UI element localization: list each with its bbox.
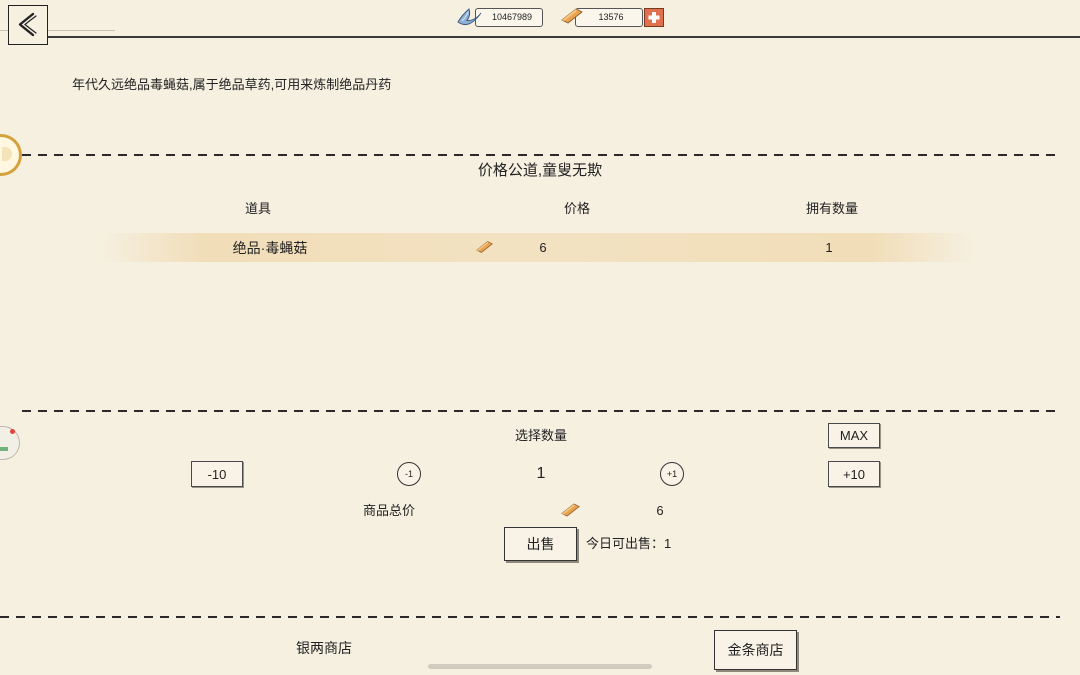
column-header-price: 价格: [563, 201, 590, 216]
silver-amount-box: 10467989: [475, 8, 543, 27]
plus-10-button[interactable]: +10: [828, 461, 880, 487]
column-header-owned: 拥有数量: [805, 201, 858, 216]
item-description: 年代久远绝品毒蝇菇,属于绝品草药,可用来炼制绝品丹药: [72, 77, 392, 92]
section-divider-middle: [22, 410, 1060, 412]
silver-ingot-icon: [457, 8, 482, 25]
home-indicator[interactable]: [428, 664, 652, 669]
minus-10-button[interactable]: -10: [191, 461, 243, 487]
item-price: 6: [539, 240, 547, 255]
gold-bar-icon: [561, 503, 580, 517]
total-price-label: 商品总价: [362, 503, 415, 518]
section-divider-bottom: [0, 616, 1060, 618]
side-avatar-icon[interactable]: [0, 134, 22, 176]
tab-gold-shop[interactable]: 金条商店: [714, 630, 797, 670]
column-header-item: 道具: [244, 201, 271, 216]
gold-bar-icon: [561, 8, 583, 24]
header-divider: [48, 36, 1080, 38]
shop-screen: 10467989 13576 年代久远绝品毒蝇菇,属于绝品草药,可用来炼制绝品丹…: [0, 0, 1080, 675]
plus-icon: [648, 12, 660, 23]
add-gold-button[interactable]: [644, 8, 664, 27]
plus-1-button[interactable]: +1: [660, 462, 684, 486]
tab-silver-shop[interactable]: 银两商店: [254, 641, 394, 657]
daily-sell-limit: 今日可出售：1: [586, 536, 672, 551]
silver-amount: 10467989: [491, 12, 533, 22]
back-button[interactable]: [8, 5, 48, 45]
quantity-label: 选择数量: [514, 428, 567, 443]
item-name: 绝品·毒蝇菇: [232, 240, 308, 256]
side-task-icon[interactable]: [0, 426, 20, 460]
item-owned-count: 1: [825, 240, 833, 255]
section-divider-top: [22, 154, 1060, 156]
sell-button[interactable]: 出售: [504, 527, 577, 561]
gold-bar-icon: [476, 241, 493, 253]
max-quantity-button[interactable]: MAX: [828, 423, 880, 448]
minus-1-button[interactable]: -1: [397, 462, 421, 486]
back-chevron-icon: [18, 12, 37, 37]
shop-slogan: 价格公道,童叟无欺: [477, 162, 603, 179]
gold-amount-box: 13576: [575, 8, 643, 27]
quantity-value: 1: [536, 465, 546, 482]
gold-amount: 13576: [598, 12, 624, 22]
total-price-value: 6: [656, 503, 664, 518]
